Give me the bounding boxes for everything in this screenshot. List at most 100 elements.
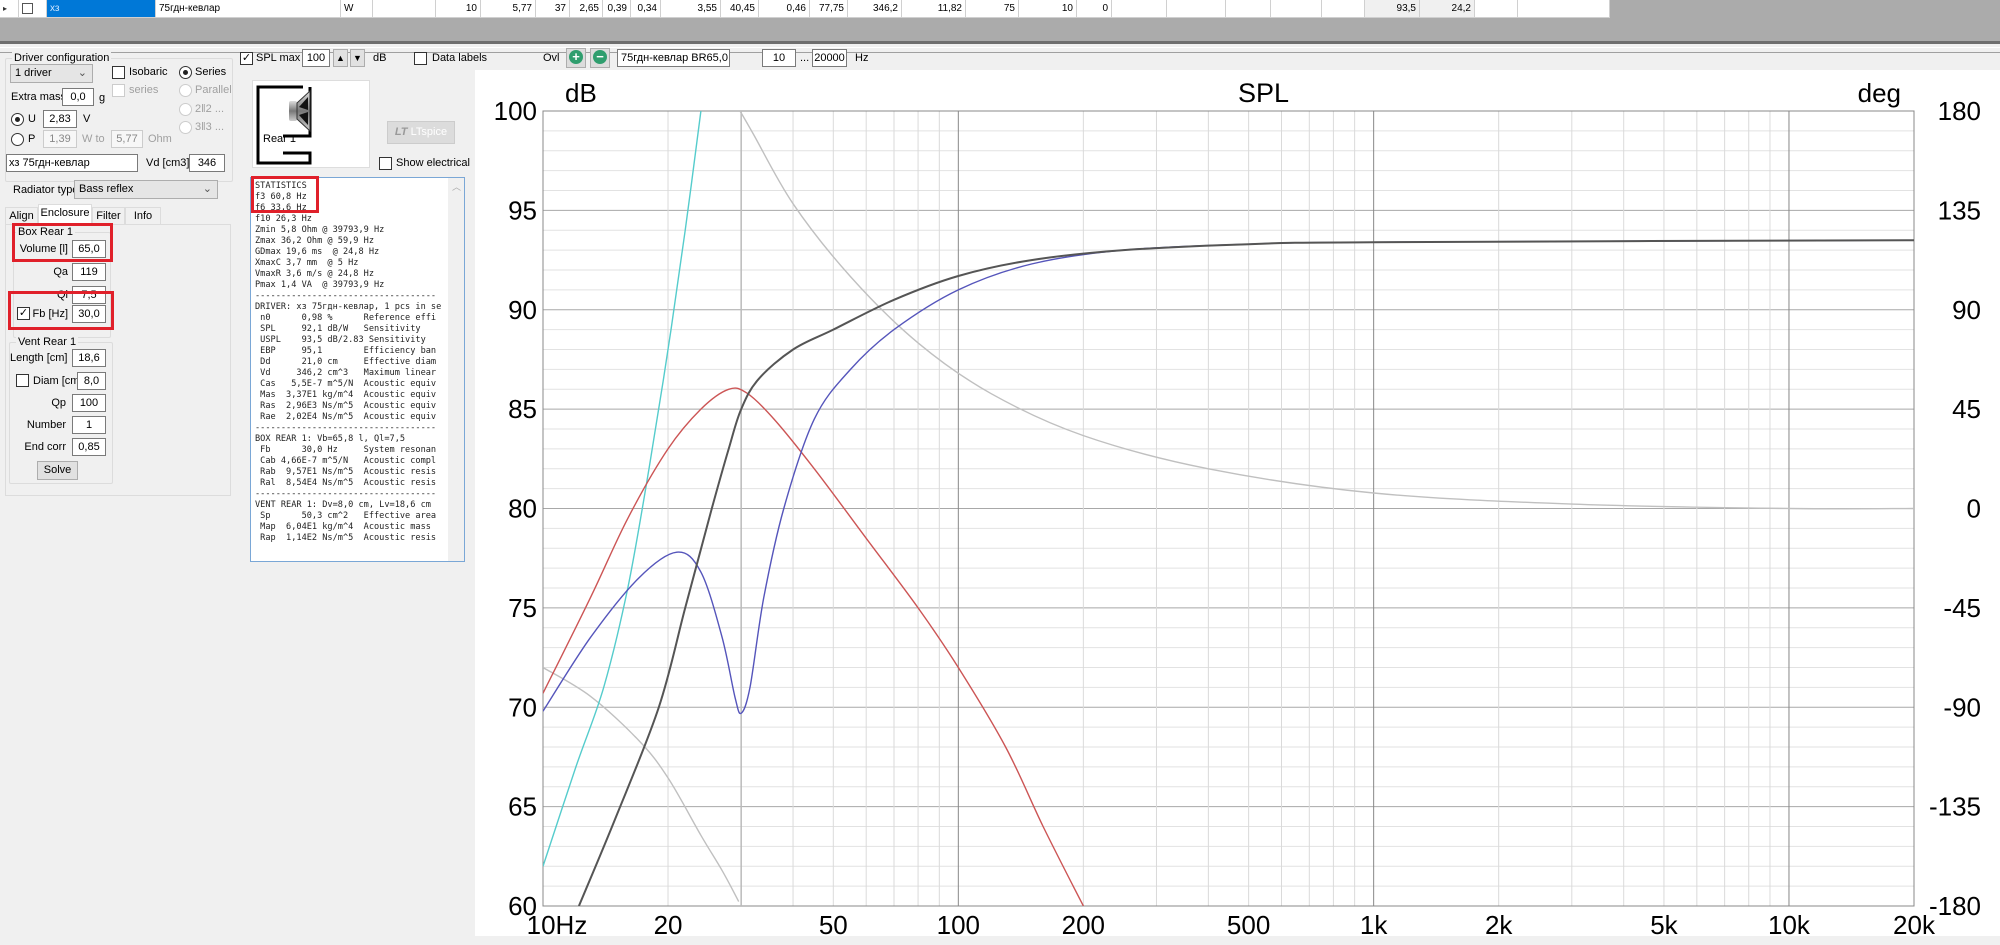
table-cell[interactable]: 0,34 [631, 0, 661, 18]
table-cell[interactable]: 77,75 [810, 0, 848, 18]
radiator-type-select[interactable]: Bass reflex ⌄ [74, 180, 218, 199]
x-tick-label: 500 [1227, 910, 1270, 936]
extra-mass-input[interactable]: 0,0 [62, 88, 94, 106]
qa-input[interactable]: 119 [72, 263, 106, 281]
table-cell[interactable]: 5,77 [481, 0, 536, 18]
number-input[interactable]: 1 [72, 416, 106, 434]
table-cell[interactable]: 11,82 [902, 0, 966, 18]
y-axis-label: dB [565, 78, 597, 108]
tab-enclosure[interactable]: Enclosure [38, 204, 92, 225]
table-cell[interactable] [1271, 0, 1322, 18]
y-tick-label: 85 [508, 394, 537, 424]
show-electrical-checkbox[interactable] [379, 157, 392, 170]
table-cell[interactable] [373, 0, 436, 18]
diagram-label: Rear 1 [263, 133, 297, 145]
power-input[interactable]: 1,39 [43, 130, 77, 148]
table-cell[interactable]: 0,39 [603, 0, 631, 18]
vd-input[interactable]: 346 [189, 154, 225, 172]
impedance-input[interactable]: 5,77 [111, 130, 143, 148]
remove-overlay-button[interactable]: − [590, 48, 610, 68]
solve-button[interactable]: Solve [37, 461, 78, 480]
parallel-radio[interactable] [179, 84, 192, 97]
table-cell[interactable]: 3,55 [661, 0, 721, 18]
add-overlay-button[interactable]: + [566, 48, 586, 68]
power-unit: W to [82, 133, 105, 145]
row-checkbox[interactable] [19, 0, 47, 18]
y-tick-label: 90 [508, 295, 537, 325]
table-cell[interactable] [1518, 0, 1610, 18]
scrollbar[interactable]: ︿ [448, 178, 464, 561]
plus-icon: + [569, 50, 583, 64]
highlight-statistics [251, 176, 319, 213]
table-cell[interactable] [1167, 0, 1226, 18]
row-expand-icon[interactable]: ▸ [0, 0, 19, 18]
voltage-radio[interactable] [11, 113, 24, 126]
voltage-unit: V [83, 113, 91, 125]
end-corr-input[interactable]: 0,85 [72, 438, 106, 456]
x-tick-label: 10k [1768, 910, 1811, 936]
series-checkbox[interactable] [112, 84, 125, 97]
diam-checkbox[interactable] [16, 374, 29, 387]
minus-icon: − [593, 50, 607, 64]
speaker-box-icon [256, 85, 312, 165]
driver-name-field[interactable]: хз 75гдн-кевлар [6, 154, 138, 172]
table-cell[interactable]: 0,46 [759, 0, 810, 18]
length-input[interactable]: 18,6 [72, 349, 106, 367]
table-row[interactable]: ▸ хз 75гдн-кевлар W 10 5,77 37 2,65 0,39 0,34 3,55… [0, 0, 1610, 18]
spin-up-icon[interactable]: ▲ [333, 49, 348, 67]
x-tick-label: 200 [1062, 910, 1105, 936]
spl-chart[interactable]: 100 95 90 85 80 75 70 65 60 180 135 90 45 0 -45 -90 -135… [475, 70, 2000, 940]
table-cell[interactable] [1322, 0, 1365, 18]
spl-max-input[interactable]: 100 [302, 49, 330, 67]
voltage-input[interactable]: 2,83 [43, 110, 77, 128]
table-cell[interactable] [1475, 0, 1518, 18]
isobaric-label: Isobaric [129, 66, 168, 78]
table-cell[interactable]: 37 [536, 0, 570, 18]
freq-max-input[interactable]: 20000 [812, 49, 847, 67]
2x2-radio[interactable] [179, 103, 192, 116]
data-labels-checkbox[interactable] [414, 52, 427, 65]
freq-min-input[interactable]: 10 [762, 49, 796, 67]
radiator-type-label: Radiator type [13, 184, 79, 196]
series-port [543, 387, 1085, 906]
table-cell[interactable]: 93,5 [1365, 0, 1420, 18]
ltspice-button[interactable]: LT LTspice [387, 121, 455, 144]
table-cell[interactable] [1112, 0, 1167, 18]
x-tick-label: 50 [819, 910, 848, 936]
isobaric-checkbox[interactable] [112, 66, 125, 79]
table-cell[interactable]: хз [47, 0, 156, 18]
chart-title: SPL [1238, 78, 1289, 108]
table-cell[interactable]: 75гдн-кевлар [156, 0, 341, 18]
end-corr-label: End corr [24, 441, 66, 453]
scroll-up-icon[interactable]: ︿ [452, 180, 461, 193]
highlight-fb [8, 291, 114, 330]
power-radio[interactable] [11, 133, 24, 146]
table-cell[interactable]: 346,2 [848, 0, 902, 18]
table-cell[interactable]: 2,65 [570, 0, 603, 18]
overlay-name-field[interactable]: 75гдн-кевлар BR65,0 [617, 49, 730, 67]
table-cell[interactable] [1226, 0, 1271, 18]
driver-count-select[interactable]: 1 driver ⌄ [10, 64, 93, 83]
diam-input[interactable]: 8,0 [77, 372, 106, 390]
y2-tick-label: 0 [1967, 494, 1981, 524]
vd-label: Vd [cm3] [146, 157, 190, 169]
voltage-label: U [28, 113, 36, 125]
statistics-panel[interactable]: STATISTICS f3 60,8 Hz f6 33,6 Hz f10 26,… [250, 177, 465, 562]
table-cell[interactable]: W [341, 0, 373, 18]
spl-max-checkbox[interactable]: ✓ [240, 52, 253, 65]
series-radio[interactable] [179, 66, 192, 79]
qp-input[interactable]: 100 [72, 394, 106, 412]
tab-info[interactable]: Info [125, 207, 161, 225]
table-cell[interactable]: 75 [966, 0, 1019, 18]
x-tick-label: 20k [1893, 910, 1936, 936]
table-cell[interactable]: 40,45 [721, 0, 759, 18]
table-cell[interactable]: 24,2 [1420, 0, 1475, 18]
spin-down-icon[interactable]: ▼ [350, 49, 365, 67]
3x3-radio[interactable] [179, 121, 192, 134]
table-cell[interactable]: 10 [1019, 0, 1077, 18]
table-cell[interactable]: 10 [436, 0, 481, 18]
spl-chart-svg[interactable]: 100959085807570656018013590450-45-90-135… [475, 70, 2000, 940]
y2-tick-label: 90 [1952, 295, 1981, 325]
chevron-down-icon: ⌄ [77, 67, 87, 79]
table-cell[interactable]: 0 [1077, 0, 1112, 18]
